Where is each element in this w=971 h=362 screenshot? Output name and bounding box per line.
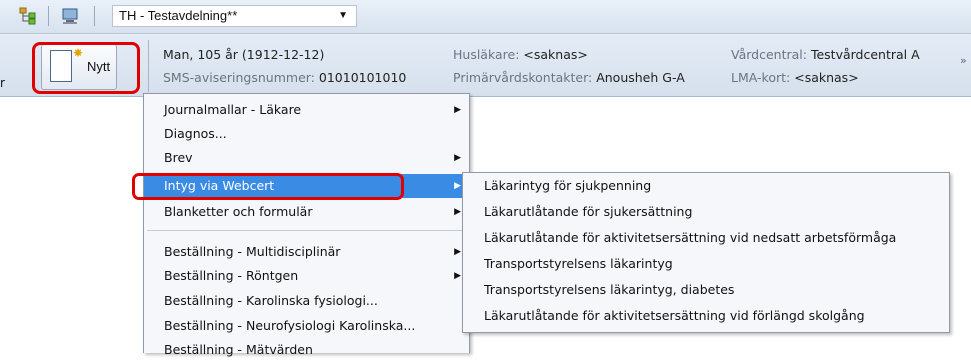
menu-item-bestallning-rontgen[interactable]: Beställning - Röntgen ▶ [144,264,469,288]
vardcentral-label: Vårdcentral: [731,47,807,62]
patient-identity: Man, 105 år (1912-12-12) [163,47,324,62]
annotation-highlight-intyg [132,173,404,200]
submenu-item-aktivitetsersattning-nedsatt[interactable]: Läkarutlåtande för aktivitetsersättning … [463,225,949,251]
vardcentral-value: Testvårdcentral A [810,47,920,62]
menu-item-label: Beställning - Neurofysiologi Karolinska.… [164,318,416,333]
menu-item-bestallning-multidisciplinar[interactable]: Beställning - Multidisciplinär ▶ [144,240,469,264]
menu-item-blanketter[interactable]: Blanketter och formulär ▶ [144,200,469,224]
menu-separator [147,230,466,231]
expand-chevron-icon[interactable]: » [960,54,967,67]
sms-value: 01010101010 [318,70,407,85]
unit-select-value: TH - Testavdelning** [119,8,238,23]
primary-contacts: Primärvårdskontakter: Anousheh G-A [453,70,685,85]
submenu-item-aktivitetsersattning-skolgang[interactable]: Läkarutlåtande för aktivitetsersättning … [463,303,949,329]
nytt-menu: Journalmallar - Läkare ▶ Diagnos... Brev… [143,93,470,357]
submenu-arrow-icon: ▶ [454,181,461,191]
menu-item-bestallning-neurofysiologi[interactable]: Beställning - Neurofysiologi Karolinska.… [144,314,469,338]
patient-summary: Man, 105 år (1912-12-12) [163,47,325,62]
truncated-label: r [0,76,5,90]
menu-item-label: Beställning - Multidisciplinär [164,244,341,259]
chevron-down-icon: ▼ [338,10,348,21]
tree-structure-icon[interactable] [18,6,38,26]
menu-item-bestallning-matvarden[interactable]: Beställning - Mätvärden [144,338,469,362]
submenu-item-label: Läkarutlåtande för aktivitetsersättning … [484,230,897,245]
submenu-arrow-icon: ▶ [454,207,461,217]
menu-item-label: Blanketter och formulär [164,204,313,219]
primary-label: Primärvårdskontakter: [453,70,593,85]
submenu-item-label: Transportstyrelsens läkarintyg, diabetes [484,282,735,297]
annotation-highlight-nytt [32,42,140,94]
computer-icon[interactable] [60,6,80,26]
huslakare-label: Husläkare: [453,47,520,62]
submenu-arrow-icon: ▶ [454,105,461,115]
submenu-item-label: Transportstyrelsens läkarintyg [484,256,673,271]
submenu-item-label: Läkarutlåtande för aktivitetsersättning … [484,308,865,323]
submenu-item-transportstyrelsen-diabetes[interactable]: Transportstyrelsens läkarintyg, diabetes [463,277,949,303]
menu-item-label: Journalmallar - Läkare [164,102,302,117]
menu-item-brev[interactable]: Brev ▶ [144,146,469,170]
sms-number: SMS-aviseringsnummer: 01010101010 [163,70,406,85]
huslakare-value: <saknas> [523,47,588,62]
toolbar-divider [48,6,49,26]
patient-bar [0,34,971,97]
menu-item-label: Brev [164,150,193,165]
webcert-submenu: Läkarintyg för sjukpenning Läkarutlåtand… [462,172,950,333]
submenu-item-sjukersattning[interactable]: Läkarutlåtande för sjukersättning [463,199,949,225]
vardcentral: Vårdcentral: Testvårdcentral A [731,47,920,62]
primary-value: Anousheh G-A [596,70,685,85]
submenu-arrow-icon: ▶ [454,153,461,163]
unit-select[interactable]: TH - Testavdelning** ▼ [112,5,357,27]
lma-value: <saknas> [794,70,859,85]
menu-item-label: Beställning - Röntgen [164,268,299,283]
toolbar: TH - Testavdelning** ▼ [0,0,971,34]
submenu-item-label: Läkarintyg för sjukpenning [484,178,652,193]
sms-label: SMS-aviseringsnummer: [163,70,315,85]
menu-item-label: Beställning - Mätvärden [164,342,313,357]
menu-item-label: Diagnos... [164,126,227,141]
menu-item-diagnos[interactable]: Diagnos... [144,122,469,146]
huslakare: Husläkare: <saknas> [453,47,588,62]
submenu-item-lakarintyg-sjukpenning[interactable]: Läkarintyg för sjukpenning [463,173,949,199]
lma-label: LMA-kort: [731,70,791,85]
submenu-item-transportstyrelsen[interactable]: Transportstyrelsens läkarintyg [463,251,949,277]
submenu-arrow-icon: ▶ [454,247,461,257]
submenu-item-label: Läkarutlåtande för sjukersättning [484,204,693,219]
lma-card: LMA-kort: <saknas> [731,70,859,85]
menu-item-label: Beställning - Karolinska fysiologi... [164,293,378,308]
patient-bar-divider [148,40,149,92]
toolbar-divider [94,6,95,26]
submenu-arrow-icon: ▶ [454,271,461,281]
menu-item-journalmallar[interactable]: Journalmallar - Läkare ▶ [144,98,469,122]
menu-item-bestallning-karolinska-fysiologi[interactable]: Beställning - Karolinska fysiologi... [144,289,469,313]
